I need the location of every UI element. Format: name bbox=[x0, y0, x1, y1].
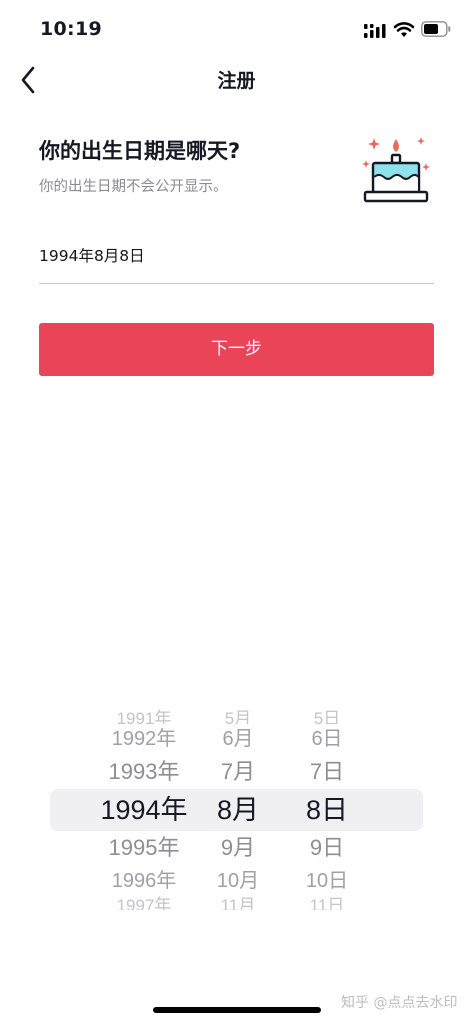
picker-year-selected[interactable]: 1994年 bbox=[94, 793, 194, 827]
picker-day-item[interactable]: 5日 bbox=[296, 707, 358, 724]
day-column[interactable]: 5日 6日 7日 8日 9日 10日 11日 bbox=[296, 700, 358, 920]
birthday-question-heading: 你的出生日期是哪天? bbox=[39, 139, 241, 163]
picker-year-item[interactable]: 1992年 bbox=[94, 726, 194, 752]
privacy-note: 你的出生日期不会公开显示。 bbox=[39, 179, 228, 195]
month-column[interactable]: 5月 6月 7月 8月 9月 10月 11月 bbox=[206, 700, 270, 920]
picker-year-item[interactable]: 1995年 bbox=[94, 833, 194, 863]
picker-day-item[interactable]: 9日 bbox=[296, 833, 358, 863]
birthdate-value: 1994年8月8日 bbox=[39, 247, 145, 265]
birthdate-field[interactable]: 1994年8月8日 bbox=[39, 236, 434, 284]
watermark-text: 知乎 @点点去水印 bbox=[341, 995, 458, 1011]
picker-day-item[interactable]: 7日 bbox=[296, 757, 358, 787]
picker-day-item[interactable]: 10日 bbox=[296, 868, 358, 894]
picker-day-selected[interactable]: 8日 bbox=[296, 793, 358, 827]
picker-month-item[interactable]: 5月 bbox=[206, 707, 270, 724]
home-indicator[interactable] bbox=[153, 1007, 321, 1013]
status-time: 10:19 bbox=[40, 18, 102, 40]
picker-month-item[interactable]: 10月 bbox=[206, 868, 270, 894]
battery-icon bbox=[421, 21, 451, 37]
picker-day-item[interactable]: 11日 bbox=[296, 896, 358, 910]
cellular-signal-icon bbox=[364, 24, 386, 38]
year-column[interactable]: 1991年 1992年 1993年 1994年 1995年 1996年 1997… bbox=[94, 700, 194, 920]
picker-month-item[interactable]: 7月 bbox=[206, 757, 270, 787]
status-bar: 10:19 bbox=[0, 0, 473, 56]
date-picker-wheel[interactable]: 1991年 1992年 1993年 1994年 1995年 1996年 1997… bbox=[0, 700, 473, 920]
wifi-icon bbox=[393, 22, 415, 37]
picker-year-item[interactable]: 1993年 bbox=[94, 757, 194, 787]
picker-month-item[interactable]: 9月 bbox=[206, 833, 270, 863]
picker-year-item[interactable]: 1997年 bbox=[94, 896, 194, 910]
picker-month-item[interactable]: 6月 bbox=[206, 726, 270, 752]
picker-day-item[interactable]: 6日 bbox=[296, 726, 358, 752]
picker-year-item[interactable]: 1996年 bbox=[94, 868, 194, 894]
page-title: 注册 bbox=[217, 70, 256, 92]
picker-year-item[interactable]: 1991年 bbox=[94, 707, 194, 724]
picker-month-selected[interactable]: 8月 bbox=[206, 793, 270, 827]
birthday-cake-icon bbox=[362, 137, 430, 203]
next-button[interactable]: 下一步 bbox=[39, 323, 434, 376]
picker-month-item[interactable]: 11月 bbox=[206, 896, 270, 910]
